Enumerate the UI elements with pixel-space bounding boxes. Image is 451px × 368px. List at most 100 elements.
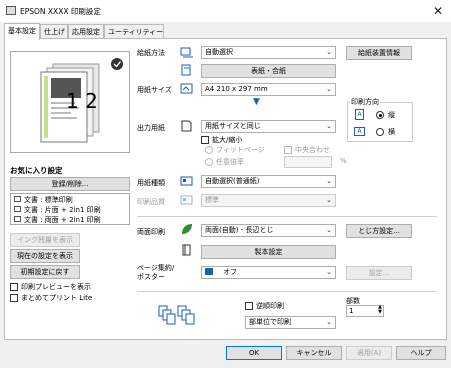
- quality-icon: [180, 195, 193, 205]
- document-icon: [14, 216, 21, 222]
- portrait-radio[interactable]: [376, 111, 384, 119]
- register-delete-button[interactable]: 登録/削除...: [10, 177, 130, 191]
- paper-size-value: A4 210 x 297 mm: [205, 85, 268, 93]
- window-title: EPSON XXXX 印刷設定: [20, 7, 101, 16]
- chevron-down-icon: ⌄: [326, 226, 332, 234]
- tab-utility[interactable]: ユーティリティー: [104, 24, 164, 38]
- orientation-group: [347, 102, 413, 142]
- portrait-label: 縦: [388, 111, 395, 119]
- quality-label: 印刷品質: [137, 198, 165, 206]
- cover-sheet-icon: [181, 64, 191, 76]
- paper-source-select[interactable]: 自動選択 ⌄: [201, 46, 336, 59]
- chevron-down-icon: ⌄: [326, 48, 332, 56]
- paper-type-value: 自動選択(普通紙): [205, 177, 260, 185]
- current-settings-button[interactable]: 現在の設定を表示: [10, 249, 80, 263]
- binding-settings-button[interactable]: とじ方設定...: [346, 224, 412, 238]
- custom-scale-input[interactable]: [284, 156, 332, 168]
- favorites-title: お気に入り設定: [10, 166, 63, 175]
- collate-icon: [158, 305, 195, 325]
- center-checkbox[interactable]: [284, 146, 292, 154]
- output-paper-value: 用紙サイズと同じ: [205, 122, 261, 130]
- document-icon: [14, 206, 21, 212]
- divider: [137, 216, 437, 217]
- scale-checkbox[interactable]: [201, 136, 209, 144]
- custom-scale-label: 任意倍率: [216, 158, 244, 166]
- orientation-title: 印刷方向: [350, 97, 380, 107]
- booklet-icon: [182, 244, 191, 256]
- quality-value: 標準: [205, 196, 219, 204]
- preview-page-numbers: 1 2: [66, 89, 98, 113]
- tab-advanced[interactable]: 応用設定: [68, 24, 104, 38]
- fit-page-radio[interactable]: [205, 146, 213, 154]
- copies-value: 1: [349, 307, 354, 315]
- duplex-value: 両面(自動) - 長辺とじ: [205, 226, 274, 234]
- printer-icon: [6, 6, 16, 15]
- list-item[interactable]: 文書 : 両面 + 2in1 印刷: [24, 215, 101, 225]
- chevron-down-icon: ⌄: [326, 318, 332, 326]
- print-preview-label: 印刷プレビューを表示: [21, 283, 91, 291]
- favorites-list: 文書 : 標準印刷 文書 : 片面 + 2in1 印刷 文書 : 両面 + 2i…: [10, 193, 130, 225]
- paper-size-select[interactable]: A4 210 x 297 mm ⌄: [201, 83, 336, 96]
- lite-checkbox[interactable]: [10, 294, 18, 302]
- collate-select[interactable]: 部単位で印刷 ⌄: [245, 316, 336, 329]
- multipage-select[interactable]: オフ ⌄: [201, 266, 336, 279]
- document-icon: [14, 196, 21, 202]
- paper-type-icon: [180, 176, 193, 186]
- reverse-order-label: 逆順印刷: [256, 302, 284, 310]
- landscape-radio[interactable]: [376, 128, 384, 136]
- tab-finishing[interactable]: 仕上げ: [40, 24, 68, 38]
- chevron-down-icon: ⌄: [326, 122, 332, 130]
- ok-button[interactable]: OK: [226, 346, 282, 360]
- print-preview: 1 2: [10, 51, 130, 153]
- chevron-down-icon: ⌄: [326, 268, 332, 276]
- multipage-value: オフ: [223, 268, 237, 276]
- landscape-label: 横: [388, 128, 395, 136]
- list-item[interactable]: 文書 : 片面 + 2in1 印刷: [24, 205, 101, 215]
- paper-source-value: 自動選択: [205, 48, 233, 56]
- center-label: 中央合わせ: [295, 146, 330, 154]
- apply-button[interactable]: 適用(A): [346, 346, 392, 360]
- ink-level-button[interactable]: インク残量を表示: [10, 233, 80, 247]
- chevron-down-icon: ⌄: [326, 196, 332, 204]
- paper-type-select[interactable]: 自動選択(普通紙) ⌄: [201, 175, 336, 188]
- duplex-label: 両面印刷: [137, 228, 165, 236]
- arrow-down-icon: ▼: [253, 97, 260, 107]
- multipage-settings-button[interactable]: 設定...: [346, 266, 412, 280]
- portrait-icon: A: [355, 109, 364, 120]
- output-paper-select[interactable]: 用紙サイズと同じ ⌄: [201, 120, 336, 133]
- fit-page-label: フィットページ: [216, 146, 265, 154]
- list-item[interactable]: 文書 : 標準印刷: [24, 195, 73, 205]
- layout-icon: [205, 268, 213, 275]
- quality-select[interactable]: 標準 ⌄: [201, 194, 336, 207]
- multipage-label: ページ集約/ ポスター: [137, 264, 175, 281]
- percent-unit: %: [340, 157, 347, 165]
- collate-value: 部単位で印刷: [249, 318, 291, 326]
- cover-sheet-button[interactable]: 表紙・合紙: [201, 64, 336, 78]
- eco-leaf-icon: [182, 224, 192, 234]
- reverse-order-checkbox[interactable]: [245, 302, 253, 310]
- output-paper-icon: [181, 120, 192, 132]
- help-button[interactable]: ヘルプ: [396, 346, 446, 360]
- booklet-button[interactable]: 製本設定: [201, 245, 336, 259]
- paper-size-label: 用紙サイズ: [137, 86, 172, 94]
- output-paper-label: 出力用紙: [137, 124, 165, 132]
- stepper-arrows-icon[interactable]: ▲ ▼: [378, 305, 382, 315]
- paper-size-icon: [180, 83, 193, 94]
- paper-type-label: 用紙種類: [137, 179, 165, 187]
- custom-scale-radio[interactable]: [205, 158, 213, 166]
- chevron-down-icon: ⌄: [326, 177, 332, 185]
- paper-tray-icon: [180, 47, 193, 58]
- divider: [137, 291, 437, 292]
- cancel-button[interactable]: キャンセル: [286, 346, 342, 360]
- copies-stepper[interactable]: 1 ▲ ▼: [346, 305, 384, 317]
- landscape-icon: A: [354, 127, 365, 136]
- scale-label: 拡大/縮小: [212, 136, 243, 144]
- tab-basic[interactable]: 基本設定: [4, 23, 40, 40]
- lite-label: まとめてプリント Lite: [21, 294, 93, 302]
- duplex-select[interactable]: 両面(自動) - 長辺とじ ⌄: [201, 224, 336, 237]
- close-icon[interactable]: ✕: [430, 3, 446, 19]
- reset-defaults-button[interactable]: 初期設定に戻す: [10, 265, 80, 279]
- paper-source-label: 給紙方法: [137, 49, 165, 57]
- print-preview-checkbox[interactable]: [10, 283, 18, 291]
- tray-info-button[interactable]: 給紙装置情報: [346, 46, 412, 60]
